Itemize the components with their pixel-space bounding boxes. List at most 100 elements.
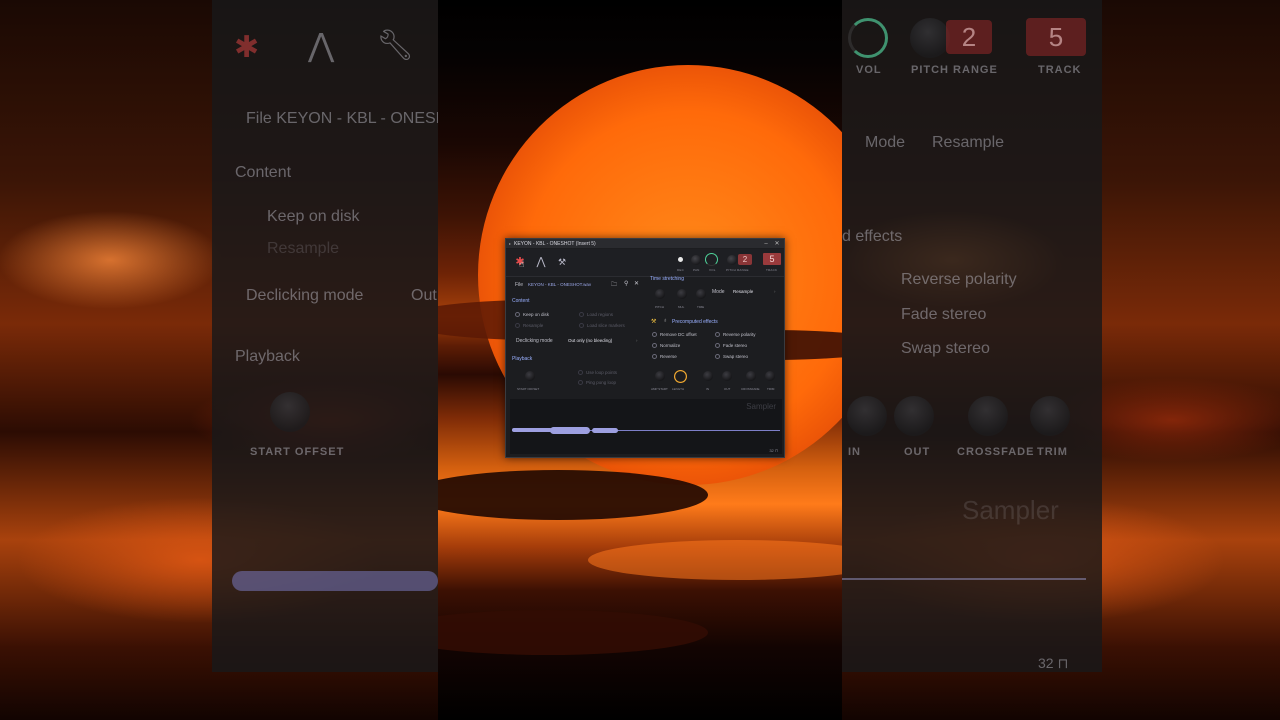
trim-label: TRIM (767, 387, 775, 391)
reverse-polarity-radio[interactable] (715, 332, 720, 337)
amp-start-knob[interactable] (655, 371, 665, 381)
ghost-crossfade-knob (968, 396, 1008, 436)
remove-dc-offset-label[interactable]: Remove DC offset (660, 332, 697, 337)
ghost-pitch-badge: 2 (946, 20, 992, 54)
reverse-radio[interactable] (652, 354, 657, 359)
locate-icon[interactable]: ⚲ (624, 280, 628, 287)
load-regions-label[interactable]: Load regions (587, 312, 613, 317)
track-label: TRACK (766, 268, 778, 272)
swap-stereo-label[interactable]: Swap stereo (723, 354, 748, 359)
blurred-plugin-panel-right: VOL 2 PITCH RANGE 5 TRACK Mode Resample … (842, 0, 1102, 672)
dropdown-arrow-icon[interactable]: › (636, 338, 638, 343)
reverse-label[interactable]: Reverse (660, 354, 677, 359)
out-label: OUT (724, 387, 731, 391)
load-slice-markers-radio[interactable] (579, 323, 584, 328)
minimize-button[interactable]: ‒ (762, 241, 770, 247)
start-offset-knob[interactable] (525, 371, 535, 381)
mul-label: MUL (678, 305, 685, 309)
vol-knob[interactable] (705, 253, 718, 266)
trim-knob[interactable] (765, 371, 775, 381)
wrench-icon[interactable]: ⚒ (651, 318, 656, 325)
ghost-file-label: File KEYON - KBL - ONESHOT (246, 110, 438, 127)
load-regions-radio[interactable] (579, 312, 584, 317)
pitch-range-knob[interactable] (727, 255, 737, 265)
zoom-counter[interactable]: 32 ⊓ (769, 448, 778, 453)
ghost-out-knob (894, 396, 934, 436)
waveform-shape (512, 428, 552, 432)
pitch-knob[interactable] (655, 289, 665, 299)
use-loop-points-radio[interactable] (578, 370, 583, 375)
crossfade-knob[interactable] (746, 371, 756, 381)
mode-dropdown[interactable]: Resample (733, 289, 753, 294)
dropdown-arrow-icon[interactable]: › (774, 289, 776, 294)
waveform-display[interactable]: Sampler 32 ⊓ (510, 399, 782, 454)
fade-stereo-radio[interactable] (715, 343, 720, 348)
resample-radio[interactable] (515, 323, 520, 328)
dec-indicator[interactable] (678, 257, 683, 262)
cloud-shape (438, 470, 708, 520)
in-knob[interactable] (703, 371, 713, 381)
file-label: File (515, 282, 524, 288)
file-name[interactable]: KEYON - KBL - ONESHOT.wav (528, 282, 591, 287)
waveform-shape (592, 428, 618, 433)
length-label: LENGTH (672, 387, 685, 391)
window-titlebar[interactable]: ▸ KEYON - KBL - ONESHOT (Insert 5) ‒ ✕ (506, 239, 784, 248)
envelope-tab-icon: ⋀ (308, 27, 335, 63)
declicking-mode-dropdown[interactable]: Out only (no bleeding) (568, 338, 612, 343)
resample-label[interactable]: Resample (523, 323, 543, 328)
load-slice-markers-label[interactable]: Load slice markers (587, 323, 625, 328)
vol-label: VOL (709, 268, 716, 272)
remove-dc-offset-radio[interactable] (652, 332, 657, 337)
close-button[interactable]: ✕ (773, 240, 781, 247)
reverse-polarity-label[interactable]: Reverse polarity (723, 332, 756, 337)
mode-label: Mode (712, 289, 725, 295)
pan-knob[interactable] (691, 255, 701, 265)
normalize-radio[interactable] (652, 343, 657, 348)
envelope-tab-icon[interactable]: ⋀ (533, 254, 549, 270)
keep-on-disk-label[interactable]: Keep on disk (523, 312, 549, 317)
pitch-label: PITCH (655, 305, 664, 309)
ghost-declicking: Declicking mode (246, 287, 364, 304)
ghost-waveform-line (842, 578, 1086, 580)
swap-stereo-radio[interactable] (715, 354, 720, 359)
ghost-waveform (232, 571, 438, 591)
background-left: ✱ ⋀ 🔧︎ File KEYON - KBL - ONESHOT Conten… (0, 0, 438, 720)
ping-pong-loop-label[interactable]: Ping pong loop (586, 380, 616, 385)
playback-section-title: Playback (512, 356, 533, 362)
normalize-label[interactable]: Normalize (660, 343, 680, 348)
use-loop-points-label[interactable]: Use loop points (586, 370, 617, 375)
ghost-track-label: TRACK (1038, 64, 1082, 76)
folder-icon[interactable]: 🗀︎ (611, 280, 617, 290)
fade-stereo-label[interactable]: Fade stereo (723, 343, 747, 348)
cloud-shape (588, 540, 842, 580)
tools-tab-icon[interactable]: ⚒ (554, 254, 570, 270)
remove-file-icon[interactable]: ✕ (634, 280, 639, 287)
sampler-plugin-window: ▸ KEYON - KBL - ONESHOT (Insert 5) ‒ ✕ ✱… (505, 238, 785, 458)
length-knob[interactable] (674, 370, 687, 383)
ghost-swap-stereo: Swap stereo (901, 340, 990, 357)
background-right: VOL 2 PITCH RANGE 5 TRACK Mode Resample … (842, 0, 1280, 720)
pan-label: PAN (693, 268, 700, 272)
ghost-sampler-watermark: Sampler (962, 495, 1059, 525)
mul-knob[interactable] (677, 289, 687, 299)
time-stretching-title: Time stretching (650, 276, 684, 282)
crossfade-label: CROSSFADE (741, 387, 760, 391)
start-offset-label: START OFFSET (517, 387, 540, 391)
track-value[interactable]: 5 (763, 253, 781, 265)
ghost-fade-stereo: Fade stereo (901, 306, 987, 323)
lightbulb-icon[interactable]: ♁ (663, 318, 668, 324)
pitch-range-value[interactable]: 2 (738, 254, 752, 265)
sampler-tab-icon: ✱ (234, 31, 260, 64)
waveform-shape (550, 427, 590, 434)
keep-on-disk-radio[interactable] (515, 312, 520, 317)
time-knob[interactable] (696, 289, 706, 299)
out-knob[interactable] (722, 371, 732, 381)
sampler-watermark: Sampler (746, 402, 776, 411)
window-menu-icon[interactable]: ▸ (509, 241, 511, 246)
ghost-content-title: Content (235, 164, 292, 181)
ghost-crossfade-label: CROSSFADE (957, 446, 1035, 458)
ping-pong-loop-radio[interactable] (578, 380, 583, 385)
ghost-playback-title: Playback (235, 348, 300, 365)
cloud-shape (438, 610, 708, 655)
ghost-reverse-polarity: Reverse polarity (901, 271, 1017, 288)
